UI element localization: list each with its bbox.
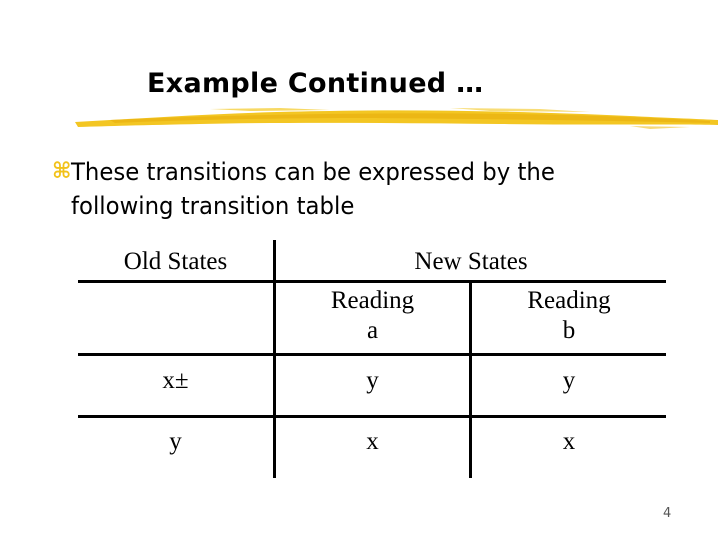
- title-underline-brushstroke: [75, 108, 718, 129]
- cell-old-state: y: [169, 428, 182, 455]
- cell-on-a: x: [366, 428, 379, 455]
- bullet-text-line-1: These transitions can be expressed by th…: [71, 158, 555, 186]
- table-rule-subheader: [78, 353, 666, 356]
- cell-on-a: y: [366, 367, 379, 394]
- page-number: 4: [663, 506, 672, 521]
- subheader-reading-a-line-1: Reading: [330, 287, 415, 314]
- table-rule-row-1: [78, 415, 666, 418]
- cell-old-state: x±: [162, 367, 189, 394]
- table-rule-header: [78, 280, 666, 283]
- header-new-states: New States: [414, 248, 528, 275]
- subheader-reading-b-line-1: Reading: [527, 287, 611, 314]
- slide-title: Example Continued …: [147, 68, 484, 99]
- bullet-text: These transitions can be expressed by th…: [71, 155, 555, 223]
- subheader-reading-a-line-2: a: [366, 317, 379, 344]
- command-bullet-icon: ⌘: [52, 159, 72, 184]
- subheader-reading-b-line-2: b: [562, 317, 576, 344]
- subheader-reading-a: Reading a: [276, 286, 469, 346]
- header-old-states: Old States: [123, 248, 228, 275]
- cell-on-b: y: [562, 367, 576, 394]
- cell-on-b: x: [562, 428, 576, 455]
- bullet-text-line-2: following transition table: [71, 192, 355, 220]
- subheader-reading-b: Reading b: [472, 286, 666, 346]
